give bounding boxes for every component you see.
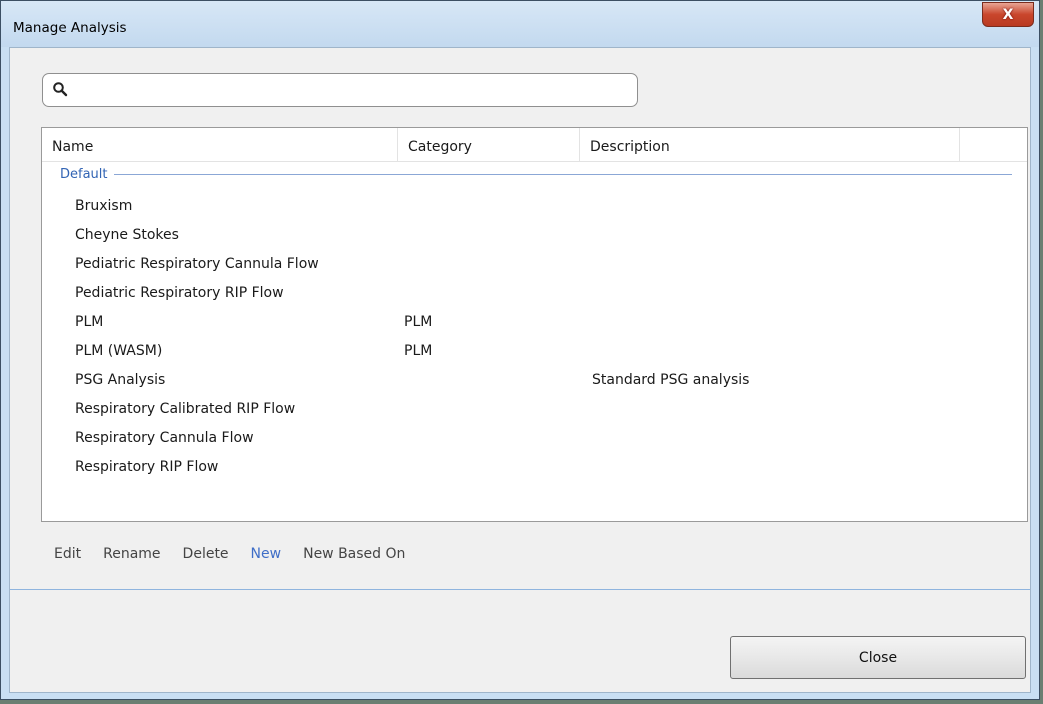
column-header-name[interactable]: Name <box>42 128 398 161</box>
close-button[interactable]: Close <box>730 636 1026 679</box>
footer-divider <box>10 589 1030 590</box>
column-header-category[interactable]: Category <box>398 128 580 161</box>
list-item[interactable]: Bruxism <box>42 192 1027 221</box>
analysis-list: Name Category Description Default Bruxis… <box>41 127 1028 522</box>
title-bar[interactable]: Manage Analysis X <box>1 1 1039 47</box>
search-input[interactable] <box>75 78 629 104</box>
group-label: Default <box>60 166 108 182</box>
window-title: Manage Analysis <box>13 20 127 36</box>
item-name: Bruxism <box>75 198 133 214</box>
close-icon: X <box>1002 6 1014 23</box>
item-name: Pediatric Respiratory RIP Flow <box>75 285 284 301</box>
list-item[interactable]: Respiratory Cannula Flow <box>42 424 1027 453</box>
search-icon <box>53 82 68 97</box>
group-divider <box>113 173 1012 175</box>
new-link[interactable]: New <box>251 546 282 562</box>
list-item[interactable]: PSG Analysis Standard PSG analysis <box>42 366 1027 395</box>
window-close-button[interactable]: X <box>982 2 1034 27</box>
item-name: Cheyne Stokes <box>75 227 179 243</box>
list-item[interactable]: Pediatric Respiratory Cannula Flow <box>42 250 1027 279</box>
list-rows: Bruxism Cheyne Stokes Pediatric Respirat… <box>42 192 1027 482</box>
list-item[interactable]: Respiratory Calibrated RIP Flow <box>42 395 1027 424</box>
delete-link[interactable]: Delete <box>183 546 229 562</box>
list-item[interactable]: Respiratory RIP Flow <box>42 453 1027 482</box>
item-name: PLM (WASM) <box>75 343 163 359</box>
item-name: PLM <box>75 314 104 330</box>
action-links: Edit Rename Delete New New Based On <box>54 536 427 572</box>
item-name: Respiratory Calibrated RIP Flow <box>75 401 296 417</box>
list-item[interactable]: PLM (WASM) PLM <box>42 337 1027 366</box>
list-item[interactable]: Cheyne Stokes <box>42 221 1027 250</box>
list-item[interactable]: PLM PLM <box>42 308 1027 337</box>
item-name: PSG Analysis <box>75 372 166 388</box>
list-header: Name Category Description <box>42 128 1027 162</box>
manage-analysis-window: Manage Analysis X Name Category Descript… <box>0 0 1040 700</box>
dialog-client-area: Name Category Description Default Bruxis… <box>9 47 1031 693</box>
item-description: Standard PSG analysis <box>592 372 750 388</box>
item-name: Respiratory Cannula Flow <box>75 430 254 446</box>
rename-link[interactable]: Rename <box>103 546 160 562</box>
new-based-on-link[interactable]: New Based On <box>303 546 405 562</box>
edit-link[interactable]: Edit <box>54 546 81 562</box>
item-name: Respiratory RIP Flow <box>75 459 219 475</box>
item-category: PLM <box>404 343 433 359</box>
group-header-default[interactable]: Default <box>60 165 1012 183</box>
item-name: Pediatric Respiratory Cannula Flow <box>75 256 319 272</box>
column-header-description[interactable]: Description <box>580 128 960 161</box>
search-box[interactable] <box>42 73 638 107</box>
list-item[interactable]: Pediatric Respiratory RIP Flow <box>42 279 1027 308</box>
item-category: PLM <box>404 314 433 330</box>
